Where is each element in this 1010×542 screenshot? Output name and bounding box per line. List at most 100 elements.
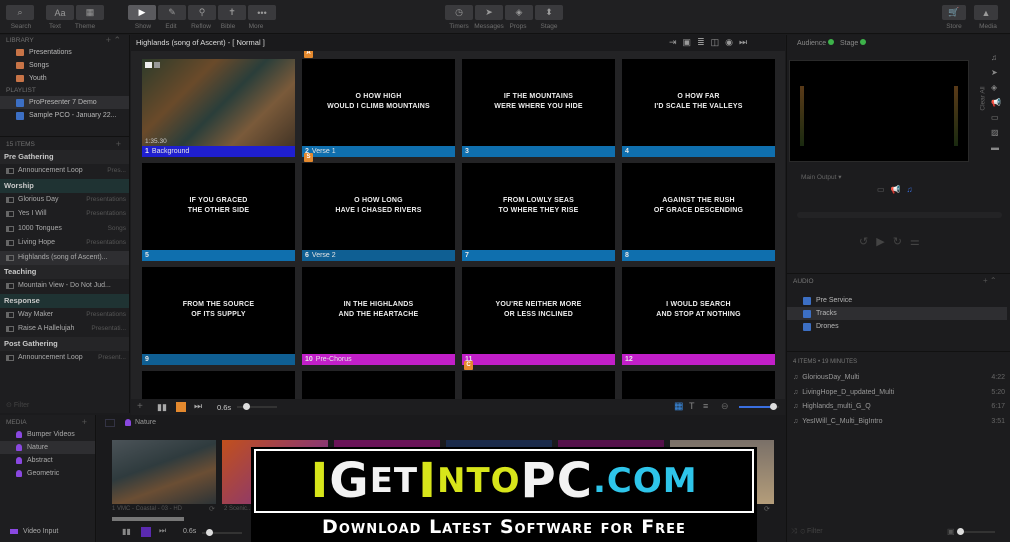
zoom-out-icon[interactable]: ⊖: [721, 401, 729, 412]
slide-icon[interactable]: ▣: [683, 37, 698, 47]
add-library-icon[interactable]: + ⌃: [106, 35, 121, 46]
media-playlist-item[interactable]: Abstract: [0, 454, 95, 467]
slide-thumbnail[interactable]: C: [462, 361, 615, 399]
reflow-icon[interactable]: ≣: [697, 37, 711, 47]
video-input-layer-icon[interactable]: ▬: [991, 143, 1001, 152]
transition-slider[interactable]: [237, 403, 277, 410]
add-item-icon[interactable]: +: [116, 139, 121, 150]
slider-handle[interactable]: [206, 529, 213, 536]
slide-thumbnail[interactable]: 1:35.30 1 Background: [142, 59, 295, 157]
stage-button[interactable]: ⬍: [535, 5, 563, 20]
slide-thumbnail[interactable]: A O HOW HIGH WOULD I CLIMB MOUNTAINS 2 Vers…: [302, 51, 455, 157]
filter-input[interactable]: ⊙ Filter: [6, 401, 29, 409]
show-mode-button[interactable]: ▶: [128, 5, 156, 20]
playlist-group-header[interactable]: Post Gathering: [0, 336, 129, 351]
media-transition-slider[interactable]: [202, 529, 242, 536]
library-item[interactable]: Presentations: [0, 46, 129, 59]
messages-layer-icon[interactable]: ➤: [991, 68, 1001, 77]
play-icon[interactable]: ▶: [876, 236, 892, 248]
slide-thumbnail[interactable]: AGAINST THE RUSH OF GRACE DESCENDING 8: [622, 163, 775, 261]
audio-tab-icon[interactable]: ♫: [907, 185, 919, 194]
split-icon[interactable]: ◫: [711, 37, 726, 47]
timers-button[interactable]: ◷: [445, 5, 473, 20]
audio-track-row[interactable]: ♫ Highlands_multi_G_Q 6:17: [787, 400, 1009, 415]
more-button[interactable]: •••: [248, 5, 276, 20]
list-view-icon[interactable]: ≡: [703, 401, 708, 411]
transition-time[interactable]: 0.6s: [217, 403, 231, 412]
media-playlist-item[interactable]: Nature: [0, 441, 95, 454]
video-input-item[interactable]: Video Input: [10, 528, 58, 535]
sidebar-toggle-icon[interactable]: [105, 419, 115, 427]
main-output-select[interactable]: Main Output ▾: [801, 173, 842, 181]
props-layer-icon[interactable]: ◈: [991, 83, 1001, 92]
audio-playlist-item[interactable]: Tracks: [787, 307, 1007, 320]
slider-handle[interactable]: [243, 403, 250, 410]
forward-icon[interactable]: ↻: [893, 236, 910, 248]
transition-icon[interactable]: [176, 402, 186, 412]
playlist-group-header[interactable]: Pre Gathering: [0, 150, 129, 164]
playlist-row[interactable]: Way Maker Presentations: [0, 308, 129, 323]
playlist-row[interactable]: Announcement Loop Present...: [0, 351, 129, 366]
slider-handle[interactable]: [956, 527, 964, 535]
playlist-item[interactable]: Sample PCO - January 22...: [0, 109, 129, 122]
playlist-row[interactable]: Glorious Day Presentations: [0, 193, 129, 208]
slide-tab-icon[interactable]: ▭: [877, 185, 891, 194]
playlist-item[interactable]: ProPresenter 7 Demo: [0, 96, 129, 109]
next-icon[interactable]: ⇥: [669, 37, 683, 47]
add-audio-icon[interactable]: + ⌃: [983, 276, 997, 285]
slide-thumbnail[interactable]: I WOULD SEARCH AND STOP AT NOTHING 12: [622, 267, 775, 365]
skip-icon[interactable]: ⏭: [739, 37, 753, 47]
clear-all-button[interactable]: Clear All: [980, 86, 987, 110]
theme-button[interactable]: ▦: [76, 5, 104, 20]
slide-thumbnail[interactable]: [142, 371, 295, 399]
pause-icon[interactable]: ▮▮: [122, 527, 131, 536]
slide-layer-icon[interactable]: ▭: [991, 113, 1001, 122]
playlist-group-header[interactable]: Response: [0, 293, 129, 308]
audio-track-row[interactable]: ♫ GloriousDay_Multi 4:22: [787, 371, 1009, 386]
props-button[interactable]: ◈: [505, 5, 533, 20]
grid-view-icon[interactable]: ▦: [674, 401, 683, 412]
playlist-group-header[interactable]: Teaching: [0, 265, 129, 279]
media-transition-time[interactable]: 0.6s: [183, 528, 196, 535]
skip-icon[interactable]: ⏭: [194, 401, 202, 412]
search-button[interactable]: ⌕: [6, 5, 34, 20]
audio-track-row[interactable]: ♫ LivingHope_D_updated_Multi 5:20: [787, 386, 1009, 401]
slide-thumbnail[interactable]: [302, 371, 455, 399]
slide-thumbnail[interactable]: IN THE HIGHLANDS AND THE HEARTACHE 10 Pre-…: [302, 267, 455, 365]
add-media-icon[interactable]: +: [82, 417, 87, 428]
bible-button[interactable]: ✝: [218, 5, 246, 20]
playlist-row[interactable]: Yes I Will Presentations: [0, 207, 129, 222]
add-slide-icon[interactable]: +: [137, 401, 143, 412]
playlist-row[interactable]: 1000 Tongues Songs: [0, 222, 129, 237]
library-item[interactable]: Youth: [0, 72, 129, 85]
text-button[interactable]: Aa: [46, 5, 74, 20]
playlist-row[interactable]: Highlands (song of Ascent)...: [0, 250, 129, 265]
mute-icon[interactable]: ⚌: [910, 236, 928, 248]
zoom-slider[interactable]: [739, 403, 779, 410]
announce-tab-icon[interactable]: 📢: [891, 185, 907, 194]
pause-icon[interactable]: ▮▮: [157, 402, 167, 413]
audio-track-row[interactable]: ♫ YesIWill_C_Multi_BigIntro 3:51: [787, 415, 1009, 430]
audio-filter-input[interactable]: Filter: [807, 528, 823, 535]
loop-icon[interactable]: ⟳: [764, 505, 770, 513]
slide-thumbnail[interactable]: S O HOW LONG HAVE I CHASED RIVERS 6 Verse 2: [302, 153, 455, 261]
media-layer-icon[interactable]: ▨: [991, 128, 1001, 137]
slider-handle[interactable]: [770, 403, 777, 410]
reflow-mode-button[interactable]: ⚲: [188, 5, 216, 20]
record-icon[interactable]: ◉: [725, 37, 739, 47]
media-playlist-item[interactable]: Bumper Videos: [0, 428, 95, 441]
playlist-group-header[interactable]: Worship: [0, 178, 129, 193]
playlist-row[interactable]: Living Hope Presentations: [0, 236, 129, 251]
audio-scrubber[interactable]: [797, 212, 1002, 218]
volume-slider[interactable]: [956, 527, 995, 535]
store-button[interactable]: 🛒: [942, 5, 966, 20]
media-thumb[interactable]: [112, 440, 216, 504]
slide-thumbnail[interactable]: IF YOU GRACED THE OTHER SIDE 5: [142, 163, 295, 261]
messages-button[interactable]: ➤: [475, 5, 503, 20]
media-button[interactable]: ▲: [974, 5, 998, 20]
skip-icon[interactable]: ⏭: [159, 526, 166, 536]
playlist-row[interactable]: Mountain View - Do Not Jud...: [0, 279, 129, 294]
slide-thumbnail[interactable]: [622, 371, 775, 399]
rewind-icon[interactable]: ↺: [859, 236, 876, 248]
audio-playlist-item[interactable]: Pre Service: [787, 294, 1007, 307]
